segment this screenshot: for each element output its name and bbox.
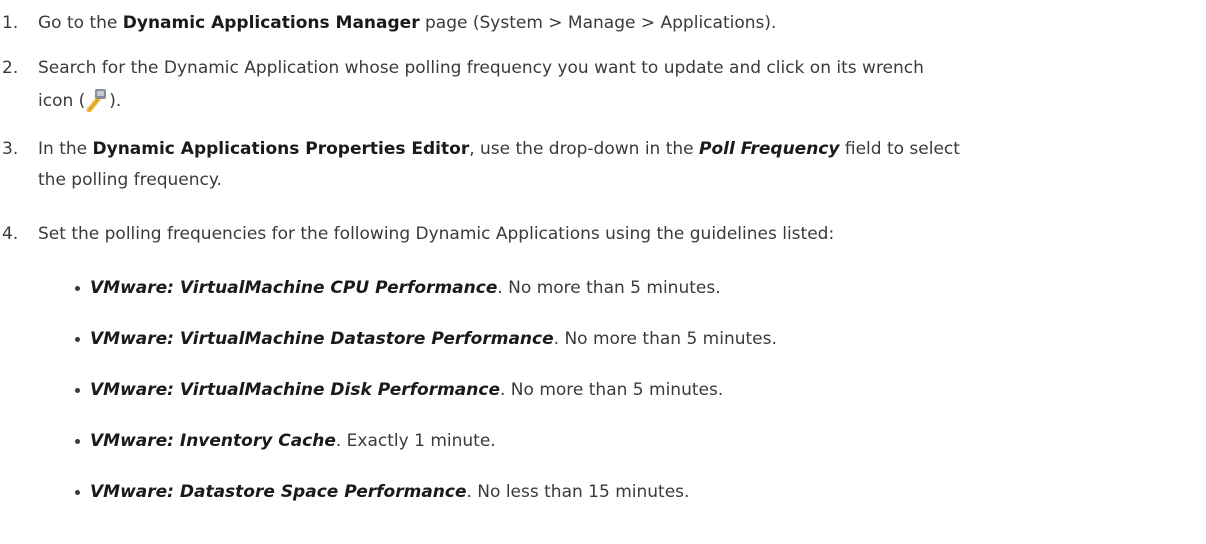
step-text-before: icon ( xyxy=(38,91,86,111)
application-name: VMware: VirtualMachine CPU Performance xyxy=(90,278,498,298)
application-name: VMware: Datastore Space Performance xyxy=(90,482,467,502)
step-text-after: ). xyxy=(109,91,122,111)
wrench-icon xyxy=(86,89,107,112)
step-text: Set the polling frequencies for the foll… xyxy=(38,224,835,244)
guideline-text: . No more than 5 minutes. xyxy=(499,380,724,400)
step-text: In the Dynamic Applications Properties E… xyxy=(38,134,1200,196)
step-4: 4. Set the polling frequencies for the f… xyxy=(0,219,1200,250)
bullet-dot xyxy=(75,439,80,444)
page-name-emphasis: Dynamic Applications Manager xyxy=(122,13,420,33)
step-text-before: In the xyxy=(38,139,93,159)
bullet-dot xyxy=(75,388,80,393)
field-name-emphasis: Poll Frequency xyxy=(699,139,840,159)
list-item-text: VMware: VirtualMachine CPU Performance. … xyxy=(90,273,721,303)
step-text-after: page (System > Manage > Applications). xyxy=(419,13,777,33)
step-1: 1. Go to the Dynamic Applications Manage… xyxy=(0,8,1200,39)
step-number: 2. xyxy=(2,58,19,78)
application-name: VMware: VirtualMachine Datastore Perform… xyxy=(90,329,554,349)
bullet-dot xyxy=(75,490,80,495)
step-number: 3. xyxy=(2,139,19,159)
instructions-document: 1. Go to the Dynamic Applications Manage… xyxy=(0,0,1206,544)
step-text-line-1: Search for the Dynamic Application whose… xyxy=(38,58,924,78)
step-2: 2. Search for the Dynamic Application wh… xyxy=(0,53,1200,118)
step-text-line-2: the polling frequency. xyxy=(38,170,222,190)
step-text-middle: , use the drop-down in the xyxy=(469,139,700,159)
step-number: 1. xyxy=(2,13,19,33)
step-text-before: Go to the xyxy=(38,13,123,33)
step-text: Go to the Dynamic Applications Manager p… xyxy=(38,8,1200,39)
bullet-dot xyxy=(75,286,80,291)
guideline-text: . No less than 15 minutes. xyxy=(466,482,690,502)
step-text: Search for the Dynamic Application whose… xyxy=(38,53,1200,118)
guideline-text: . Exactly 1 minute. xyxy=(335,431,496,451)
guideline-text: . No more than 5 minutes. xyxy=(553,329,777,349)
step-text-line-1: In the Dynamic Applications Properties E… xyxy=(38,134,1200,165)
application-name: VMware: Inventory Cache xyxy=(90,431,336,451)
step-3: 3. In the Dynamic Applications Propertie… xyxy=(0,134,1200,196)
list-item-text: VMware: Datastore Space Performance. No … xyxy=(90,477,689,507)
list-item-text: VMware: VirtualMachine Datastore Perform… xyxy=(90,324,777,354)
step-text-after: field to select xyxy=(839,139,960,159)
application-name: VMware: VirtualMachine Disk Performance xyxy=(90,380,500,400)
step-text-line-2: icon ( ). xyxy=(38,84,1200,118)
bullet-dot xyxy=(75,337,80,342)
list-item-text: VMware: Inventory Cache. Exactly 1 minut… xyxy=(90,426,496,456)
editor-name-emphasis: Dynamic Applications Properties Editor xyxy=(92,139,470,159)
list-item-text: VMware: VirtualMachine Disk Performance.… xyxy=(90,375,723,405)
guideline-text: . No more than 5 minutes. xyxy=(497,278,721,298)
step-number: 4. xyxy=(2,224,19,244)
